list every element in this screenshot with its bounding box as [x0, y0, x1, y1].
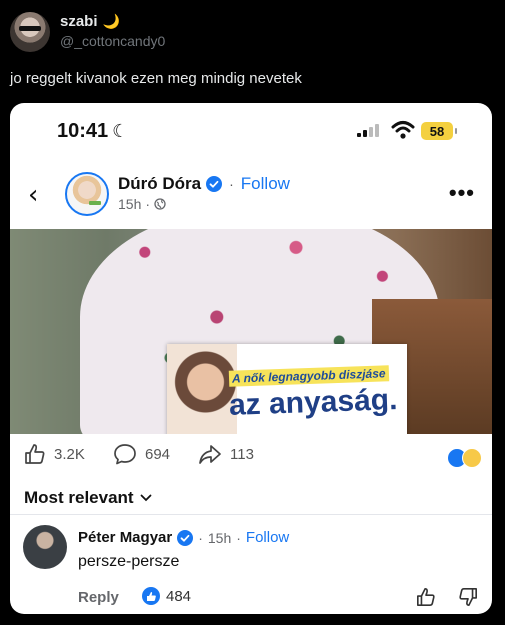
reply-button[interactable]: Reply [78, 589, 119, 606]
haha-reaction-icon [462, 448, 482, 468]
moon-emoji: 🌙 [102, 13, 120, 29]
share-arrow-icon [199, 445, 221, 464]
comment-actions: Reply 484 [78, 587, 478, 609]
comment-separator: · [198, 529, 203, 546]
commenter-name[interactable]: Péter Magyar [78, 529, 172, 546]
avatar[interactable] [10, 12, 50, 52]
comment-likes[interactable]: 484 [142, 587, 191, 605]
share-count: 113 [230, 445, 254, 463]
thumbs-up-icon[interactable] [416, 587, 436, 607]
separator-dot: · [229, 176, 234, 192]
comment-bubble-icon [114, 444, 136, 465]
tweet-text: jo reggelt kivanok ezen meg mindig nevet… [10, 70, 302, 87]
follow-button[interactable]: Follow [241, 174, 290, 194]
comment-button[interactable]: 694 [113, 443, 170, 465]
like-count: 3.2K [54, 445, 85, 463]
reaction-summary[interactable] [447, 448, 482, 468]
page-name-row: Dúró Dóra · Follow [118, 174, 290, 194]
sort-label: Most relevant [24, 488, 134, 507]
back-chevron-icon[interactable]: ‹ [28, 182, 38, 208]
status-time: 10:41 ☾ [57, 120, 128, 143]
post-meta: 15h · [118, 196, 166, 212]
tweet-media-image[interactable]: 10:41 ☾ 58 ‹ Dúró Dóra · Follow 15h · ••… [10, 103, 492, 614]
verified-badge-icon [206, 176, 223, 192]
comment-count: 694 [145, 445, 171, 463]
page-avatar[interactable] [65, 172, 109, 216]
page-name[interactable]: Dúró Dóra [118, 174, 201, 194]
author-display-name[interactable]: szabi [60, 13, 98, 30]
poster-headline: az anyaság. [228, 383, 398, 422]
like-button[interactable]: 3.2K [24, 443, 85, 465]
post-age[interactable]: 15h [118, 196, 141, 212]
comment-text: persze-persze [78, 553, 180, 570]
comment-header: Péter Magyar · 15h · Follow [78, 529, 289, 546]
comment-vote-buttons [416, 587, 478, 607]
signal-icon [357, 123, 379, 137]
like-badge-icon [142, 587, 160, 605]
moon-icon: ☾ [112, 121, 129, 141]
author-name-row: szabi 🌙 [60, 13, 165, 30]
post-photo[interactable]: A nők legnagyobb diszjáse az anyaság. [10, 229, 492, 434]
phone-status-bar: 10:41 ☾ 58 [10, 103, 492, 163]
author-handle[interactable]: @_cottoncandy0 [60, 33, 165, 49]
poster-mother-photo [167, 344, 237, 434]
commenter-avatar[interactable] [23, 525, 67, 569]
post-header: ‹ Dúró Dóra · Follow 15h · ••• [10, 163, 492, 229]
held-poster: A nők legnagyobb diszjáse az anyaság. [167, 344, 407, 434]
comment-age: 15h [207, 529, 232, 546]
tweet-header: szabi 🌙 @_cottoncandy0 [10, 12, 165, 54]
more-options-icon[interactable]: ••• [449, 180, 475, 206]
divider [10, 514, 492, 515]
thumbs-up-icon [25, 444, 45, 464]
tweet-author: szabi 🌙 @_cottoncandy0 [60, 13, 165, 49]
verified-badge-icon [177, 529, 194, 546]
comment-sort-dropdown[interactable]: Most relevant [24, 488, 152, 508]
globe-icon [154, 198, 166, 210]
share-button[interactable]: 113 [198, 443, 254, 465]
comment-like-count: 484 [166, 587, 192, 605]
commenter-follow-button[interactable]: Follow [246, 529, 289, 546]
thumbs-down-icon[interactable] [458, 587, 478, 607]
post-actions-bar: 3.2K 694 113 [10, 443, 492, 473]
wifi-icon [391, 121, 415, 139]
battery-indicator: 58 [421, 122, 457, 140]
status-time-text: 10:41 [57, 120, 109, 142]
comment-separator-2: · [236, 529, 241, 546]
meta-separator: · [145, 196, 151, 212]
chevron-down-icon [140, 494, 151, 502]
